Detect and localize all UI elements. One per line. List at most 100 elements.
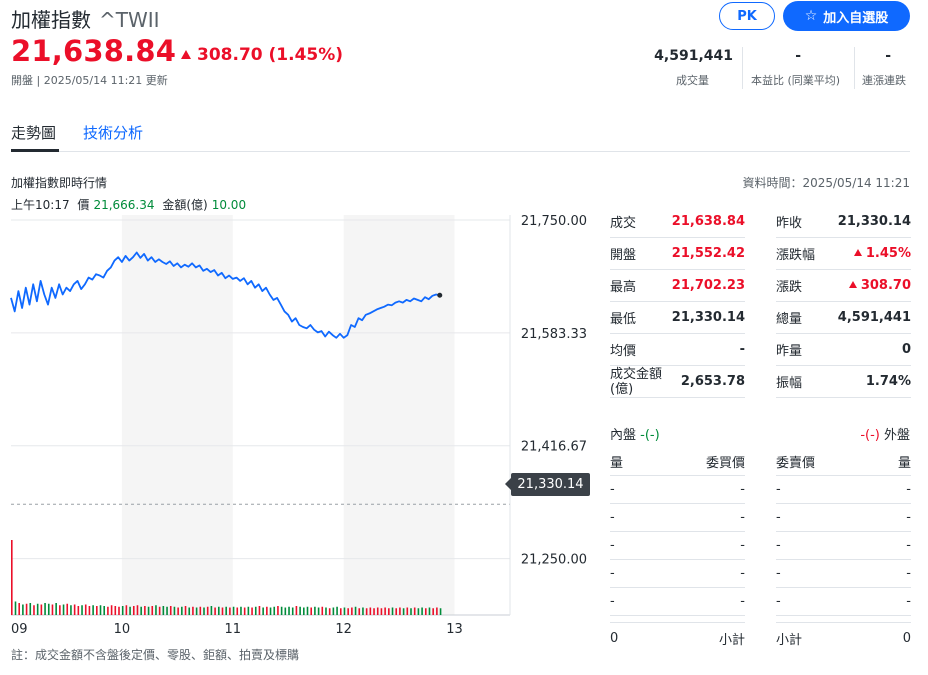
stat-row: 均價 - [610,334,745,366]
volume-bar [343,607,346,615]
book-cell: - [906,538,911,553]
volume-bar [247,606,250,615]
volume-bar [158,606,161,615]
volume-bar [221,607,224,615]
volume-bar [351,607,353,615]
volume-bar [47,603,50,615]
volume-bar [29,603,32,615]
book-cell: - [610,510,615,525]
stat-value-text: 21,638.84 [671,214,745,229]
stat-label: 開盤 [610,248,637,263]
book-cell: - [740,510,745,525]
up-arrow-icon [853,249,862,256]
stat-label: 振幅 [776,376,803,391]
stat-label: 昨量 [776,344,803,359]
volume-bar [22,604,24,615]
volume-bar [14,601,17,615]
volume-bar [125,605,128,615]
volume-bar [354,606,357,615]
book-row: -- [610,476,745,504]
book-cell: - [906,510,911,525]
market-status: 開盤 | 2025/05/14 11:21 更新 [11,74,168,87]
up-arrow-icon [848,281,857,288]
streak-label: 連漲連跌 [862,74,906,87]
volume-bar [299,606,301,615]
stock-title: 加權指數 ^TWII [11,4,160,33]
volume-bar [225,606,227,615]
outer-label: 外盤 [883,428,910,443]
stat-row: 成交 21,638.84 [610,206,745,238]
book-row: -- [610,588,745,616]
tab-trend[interactable]: 走勢圖 [11,122,56,143]
volume-bar [303,607,305,615]
stat-row: 最高 21,702.23 [610,270,745,302]
data-time: 資料時間：2025/05/14 11:21 [742,176,910,190]
book-cell: - [906,566,911,581]
volume-bar [81,605,83,615]
volume-label: 成交量 [676,74,709,87]
volume-bar [428,607,431,615]
stat-divider [742,47,743,89]
book-cell: - [776,538,781,553]
volume-bar [206,606,209,615]
stat-label: 總量 [776,312,803,327]
volume-bar [151,606,154,615]
book-header-cell: 量 [897,455,911,471]
stat-value-text: 21,552.42 [671,246,745,261]
volume-bar [417,608,420,615]
book-cell: - [740,566,745,581]
stat-row: 總量 4,591,441 [776,302,911,334]
stat-value: - [740,342,745,357]
volume-bar [362,607,364,615]
footnote: 註：成交金額不含盤後定價、零股、鉅額、拍賣及標購 [11,648,300,662]
stat-value-text: 308.70 [860,278,911,293]
stat-value: 0 [902,342,911,357]
volume-bar [92,605,94,615]
book-cell: - [776,594,781,609]
pe-label: 本益比 (同業平均) [751,74,841,87]
volume-bar [314,606,316,615]
volume-bar [424,608,427,615]
tab-technical[interactable]: 技術分析 [83,122,143,143]
volume-bar [432,608,434,615]
x-tick-label: 09 [11,622,28,637]
volume-bar [33,605,35,615]
volume-bar [384,607,386,615]
volume-bar [132,606,135,615]
stat-row: 漲跌幅 1.45% [776,238,911,270]
active-tab-indicator [11,149,59,152]
volume-bar [25,603,28,615]
volume-bar [51,604,54,615]
book-cell: - [776,510,781,525]
stat-value: 1.45% [853,246,911,261]
inner-volume: 內盤 -(-) [610,424,660,443]
stat-row: 昨量 0 [776,334,911,366]
book-cell: - [776,566,781,581]
add-watchlist-button[interactable]: ☆ 加入自選股 [783,1,910,31]
stat-row: 開盤 21,552.42 [610,238,745,270]
volume-bar [325,607,327,615]
volume-bar [376,607,379,615]
volume-bar [96,606,98,615]
volume-bar [129,606,131,615]
stat-value-text: 1.45% [865,246,911,261]
stat-label: 最低 [610,312,637,327]
volume-bar [203,607,205,615]
book-total-cell: 0 [902,631,911,646]
volume-bar [114,606,117,615]
x-tick-label: 11 [225,622,242,637]
volume-bar [410,608,412,615]
volume-bar [155,605,157,615]
pk-button[interactable]: PK [719,2,775,30]
volume-bar [70,605,72,615]
intraday-chart[interactable]: 21,750.00 21,583.33 21,416.67 21,250.00 09 10… [0,210,600,640]
stat-value: 2,653.78 [681,374,745,389]
volume-bar [373,608,375,615]
stat-value: 21,330.14 [672,310,745,325]
book-row: -- [776,588,911,616]
stat-label: 成交 [610,216,637,231]
volume-bar [232,606,235,615]
book-cell: - [906,482,911,497]
volume-bar [103,606,106,615]
stat-value: 308.70 [848,278,911,293]
